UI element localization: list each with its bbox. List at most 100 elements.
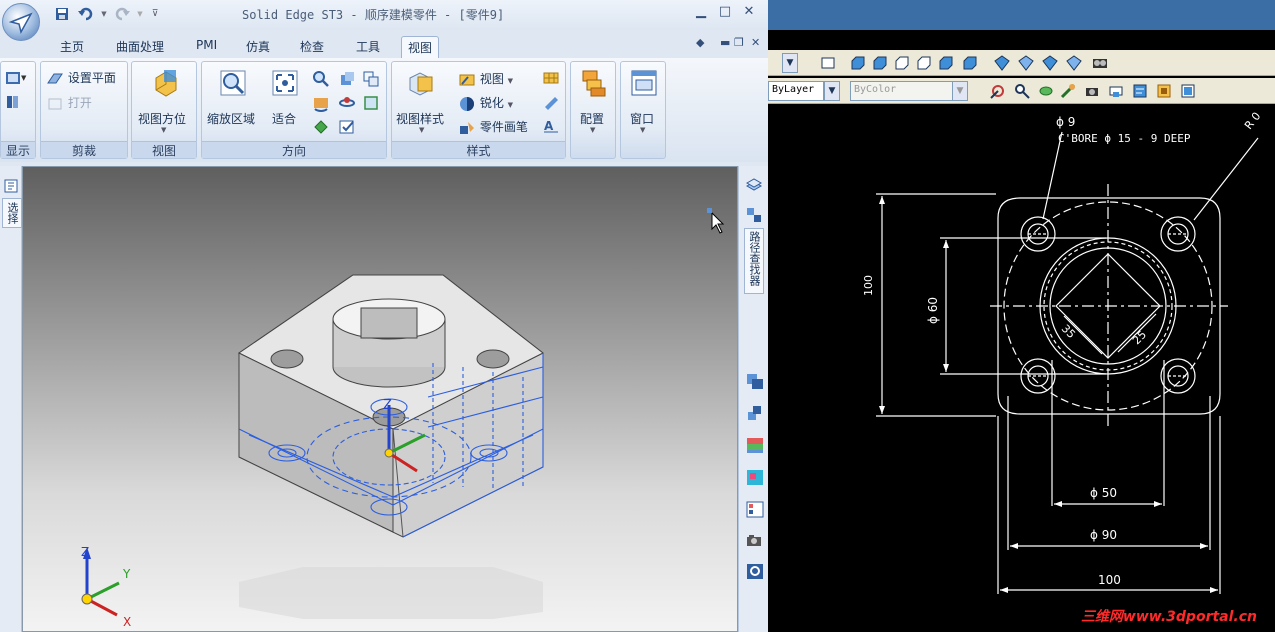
- nw-iso-icon[interactable]: [1066, 55, 1082, 71]
- bottom-view-icon[interactable]: [872, 55, 888, 71]
- sharpen-button[interactable]: 锐化 ▼: [458, 94, 513, 112]
- sw-iso-icon[interactable]: [994, 55, 1010, 71]
- right-view-icon[interactable]: [916, 55, 932, 71]
- window-button[interactable]: 窗口: [630, 110, 654, 127]
- redo-button[interactable]: [112, 5, 132, 23]
- help-icon[interactable]: ◆: [696, 36, 704, 49]
- pan-cad-icon[interactable]: [1060, 83, 1076, 99]
- fit-button[interactable]: 适合: [272, 110, 296, 127]
- properties-icon[interactable]: [745, 500, 765, 518]
- redo-dropdown[interactable]: ▼: [136, 5, 144, 23]
- dim-phi9: ϕ 9: [1056, 115, 1076, 129]
- view-dropdown[interactable]: ▼: [782, 53, 798, 73]
- properties-cad-icon[interactable]: [1132, 83, 1148, 99]
- view-orient-icon: [155, 70, 177, 97]
- 3d-viewport[interactable]: Z Z Y X: [22, 166, 738, 632]
- object-snap-icon[interactable]: [990, 83, 1006, 99]
- tab-home[interactable]: 主页: [54, 36, 90, 58]
- camera-view-icon[interactable]: [1092, 55, 1108, 71]
- copy-icon[interactable]: [745, 372, 765, 390]
- pen-style-icon[interactable]: [542, 94, 560, 110]
- fit-box-icon[interactable]: [362, 94, 380, 112]
- minimize-button[interactable]: ▁: [690, 4, 712, 22]
- mdi-minimize-button[interactable]: ▬: [720, 36, 730, 49]
- display-button[interactable]: ▼: [5, 70, 27, 89]
- tab-tools[interactable]: 工具: [350, 36, 386, 58]
- design-center-icon[interactable]: [1156, 83, 1172, 99]
- tab-pmi[interactable]: PMI: [190, 36, 223, 58]
- color-dropdown[interactable]: ▼: [952, 81, 968, 101]
- text-style-icon[interactable]: A: [542, 118, 560, 134]
- ne-iso-icon[interactable]: [1042, 55, 1058, 71]
- se-iso-icon[interactable]: [1018, 55, 1034, 71]
- dim-phi50: ϕ 50: [1090, 486, 1117, 500]
- display-book-button[interactable]: [5, 94, 21, 113]
- window-title: Solid Edge ST3 - 顺序建模零件 - [零件9]: [242, 8, 505, 22]
- set-plane-button[interactable]: 设置平面: [46, 69, 116, 87]
- select-tab[interactable]: 选择: [2, 198, 22, 228]
- orbit-icon[interactable]: [338, 94, 356, 112]
- zoom-area-button[interactable]: 缩放区域: [207, 110, 255, 127]
- config-button[interactable]: 配置: [580, 110, 604, 127]
- named-view-icon[interactable]: [338, 118, 356, 136]
- color-select[interactable]: ByColor: [850, 81, 954, 101]
- save-button[interactable]: [52, 5, 72, 23]
- part-painter-button[interactable]: 零件画笔: [458, 118, 528, 136]
- view-style-button[interactable]: 视图样式: [396, 110, 444, 127]
- close-button[interactable]: ✕: [738, 4, 760, 22]
- fly-icon[interactable]: [1108, 83, 1124, 99]
- tab-view[interactable]: 视图: [401, 36, 440, 58]
- dim-100-vertical: 100: [862, 275, 875, 296]
- window-dropdown[interactable]: ▼: [640, 126, 645, 134]
- view-orient-dropdown[interactable]: ▼: [161, 126, 166, 134]
- cad-drawing[interactable]: [768, 104, 1275, 632]
- left-view-icon[interactable]: [894, 55, 910, 71]
- mdi-close-button[interactable]: ✕: [751, 36, 760, 49]
- maximize-button[interactable]: □: [714, 4, 736, 22]
- spin-icon[interactable]: [312, 94, 330, 112]
- undo-button[interactable]: [76, 5, 96, 23]
- views-button[interactable]: 视图 ▼: [458, 70, 513, 88]
- color-palette-icon[interactable]: [745, 468, 765, 486]
- zoom-realtime-icon[interactable]: [1014, 83, 1030, 99]
- tab-surfacing[interactable]: 曲面处理: [110, 36, 170, 58]
- group-label-clip: 剪裁: [41, 141, 127, 158]
- view-orient-button[interactable]: 视图方位: [138, 110, 186, 127]
- view-style-dropdown[interactable]: ▼: [419, 126, 424, 134]
- tab-inspect[interactable]: 检查: [294, 36, 330, 58]
- color-manager-icon[interactable]: [745, 436, 765, 454]
- customize-qat-button[interactable]: ⊽: [148, 5, 162, 23]
- quick-access-toolbar: ▼ ▼ ⊽: [52, 4, 162, 24]
- layers-icon[interactable]: [745, 176, 763, 194]
- pathfinder-tab[interactable]: 路径查找器: [744, 228, 764, 294]
- layer-select[interactable]: ByLayer: [768, 81, 824, 101]
- grid-style-icon[interactable]: [542, 70, 560, 86]
- dim-100-horizontal: 100: [1098, 573, 1121, 587]
- layer-dropdown[interactable]: ▼: [824, 81, 840, 101]
- config-dropdown[interactable]: ▼: [590, 126, 595, 134]
- pathfinder-icon[interactable]: [745, 206, 763, 224]
- orbit-cad-icon[interactable]: [1038, 83, 1054, 99]
- front-view-icon[interactable]: [938, 55, 954, 71]
- top-view-icon[interactable]: [850, 55, 866, 71]
- camera-icon[interactable]: [745, 532, 765, 550]
- save-icon: [56, 8, 68, 20]
- open-icon: [48, 98, 62, 109]
- open-button[interactable]: 打开: [46, 94, 92, 112]
- back-view-icon[interactable]: [962, 55, 978, 71]
- zoom-icon[interactable]: [312, 70, 330, 88]
- pan-icon[interactable]: [362, 70, 380, 88]
- select-panel-icon[interactable]: [3, 178, 19, 194]
- common-view-icon[interactable]: [312, 118, 330, 136]
- settings-icon[interactable]: [745, 562, 765, 580]
- rotate-view-icon[interactable]: [338, 70, 356, 88]
- undo-dropdown[interactable]: ▼: [100, 5, 108, 23]
- named-views-icon[interactable]: [820, 55, 836, 71]
- svg-text:A: A: [544, 119, 554, 133]
- assembly-icon[interactable]: [745, 404, 765, 422]
- application-button[interactable]: [2, 3, 40, 41]
- tab-simulation[interactable]: 仿真: [240, 36, 276, 58]
- tool-palettes-icon[interactable]: [1180, 83, 1196, 99]
- walk-icon[interactable]: [1084, 83, 1100, 99]
- mdi-restore-button[interactable]: ❐: [734, 36, 744, 49]
